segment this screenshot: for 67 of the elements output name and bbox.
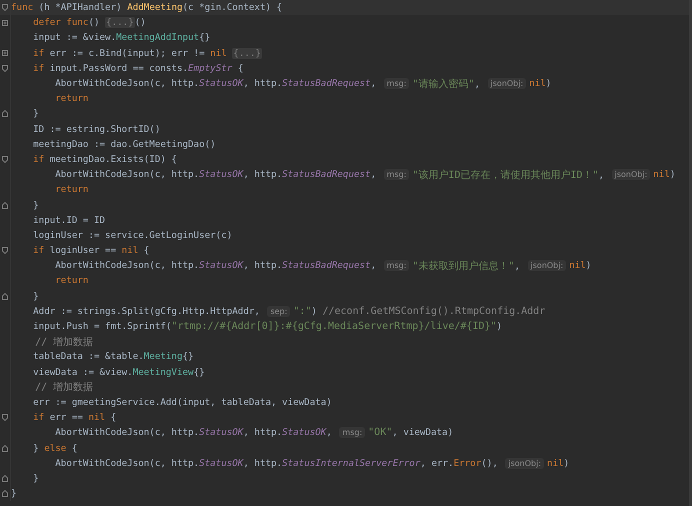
code-text: input := &view.MeetingAddInput{} bbox=[32, 32, 210, 44]
fold-close-icon[interactable] bbox=[2, 490, 8, 498]
code-text: ID := estring.ShortID() bbox=[32, 124, 160, 135]
fold-open-icon[interactable] bbox=[2, 156, 8, 163]
code-text: "请输入密码", bbox=[412, 78, 481, 91]
code-text: AbortWithCodeJson(c, http.StatusOK, http.StatusBadRequest, bbox=[54, 260, 378, 272]
fold-open-icon[interactable] bbox=[2, 414, 8, 422]
fold-close-icon[interactable] bbox=[2, 444, 8, 452]
code-text: Addr := strings.Split(gCfg.Http.HttpAddr, bbox=[32, 306, 261, 317]
code-text: "该用户ID已存在，请使用其他用户ID！", bbox=[412, 168, 606, 182]
code-text: AbortWithCodeJson(c, http.StatusOK, http.StatusOK, bbox=[54, 427, 333, 438]
parameter-hint: sep: bbox=[267, 306, 290, 317]
code-text: nil) bbox=[653, 169, 676, 180]
code-text: viewData := &view.MeetingView{} bbox=[32, 366, 205, 378]
code-text: } bbox=[32, 108, 39, 120]
code-text: } bbox=[32, 290, 39, 302]
parameter-hint: msg: bbox=[384, 78, 410, 90]
code-text: "OK", viewData) bbox=[368, 427, 454, 438]
folded-code[interactable]: {...} bbox=[232, 48, 262, 59]
fold-close-icon[interactable] bbox=[2, 202, 8, 209]
parameter-hint: jsonObj: bbox=[612, 169, 650, 180]
code-text: ":") //econf.GetMSConfig().RtmpConfig.Addr bbox=[293, 306, 546, 317]
code-text: return bbox=[54, 275, 88, 286]
code-text: err := gmeetingService.Add(input, tableData, viewData) bbox=[32, 396, 332, 408]
code-text: nil) bbox=[569, 260, 592, 272]
code-text: return bbox=[54, 184, 88, 196]
code-text: // 增加数据 bbox=[34, 380, 94, 394]
fold-open-icon[interactable] bbox=[2, 247, 8, 254]
fold-expand-icon[interactable] bbox=[2, 50, 8, 56]
code-text: input.Push = fmt.Sprintf("rtmp://#{Addr[0]}:#{gCfg.MediaServerRtmp}/live/#{ID}") bbox=[32, 321, 502, 332]
code-text: if input.PassWord == consts.EmptyStr { bbox=[32, 62, 244, 74]
code-text: () bbox=[134, 17, 146, 28]
code-text: } bbox=[32, 200, 39, 211]
parameter-hint: msg: bbox=[384, 260, 410, 272]
fold-close-icon[interactable] bbox=[2, 110, 8, 118]
code-text: "未获取到用户信息！", bbox=[412, 260, 521, 273]
code-text: return bbox=[54, 93, 88, 104]
code-text: // 增加数据 bbox=[34, 336, 94, 349]
code-text: if meetingDao.Exists(ID) { bbox=[32, 154, 177, 165]
parameter-hint: jsonObj: bbox=[488, 78, 526, 90]
code-text: } else { bbox=[32, 442, 78, 454]
parameter-hint: msg: bbox=[339, 427, 366, 438]
code-text: defer func() bbox=[32, 17, 101, 28]
code-text: nil) bbox=[547, 458, 570, 469]
code-text: meetingDao := dao.GetMeetingDao() bbox=[32, 138, 216, 150]
fold-expand-icon[interactable] bbox=[2, 20, 8, 26]
code-text: tableData := &table.Meeting{} bbox=[32, 351, 194, 362]
fold-close-icon[interactable] bbox=[2, 292, 8, 300]
code-text: } bbox=[32, 472, 39, 484]
code-text: func (h *APIHandler) AddMeeting(c *gin.Context) { bbox=[11, 2, 282, 14]
code-text: loginUser := service.GetLoginUser(c) bbox=[32, 230, 232, 241]
code-text: if err := c.Bind(input); err != nil bbox=[32, 48, 228, 59]
parameter-hint: jsonObj: bbox=[505, 458, 544, 469]
fold-open-icon[interactable] bbox=[2, 4, 8, 12]
code-text: input.ID = ID bbox=[32, 214, 106, 226]
parameter-hint: msg: bbox=[384, 169, 410, 180]
code-text: AbortWithCodeJson(c, http.StatusOK, http.StatusBadRequest, bbox=[54, 169, 378, 180]
code-text: AbortWithCodeJson(c, http.StatusOK, http.StatusBadRequest, bbox=[54, 78, 378, 90]
fold-open-icon[interactable] bbox=[2, 64, 8, 72]
folded-code[interactable]: {...} bbox=[105, 17, 135, 28]
code-text: AbortWithCodeJson(c, http.StatusOK, http.StatusInternalServerError, err.Error(), bbox=[54, 458, 499, 469]
fold-close-icon[interactable] bbox=[2, 474, 8, 482]
code-text: if loginUser == nil { bbox=[32, 245, 150, 256]
code-text: nil) bbox=[529, 78, 552, 90]
code-text: } bbox=[11, 488, 17, 500]
code-text: if err == nil { bbox=[32, 412, 116, 424]
parameter-hint: jsonObj: bbox=[528, 260, 566, 272]
